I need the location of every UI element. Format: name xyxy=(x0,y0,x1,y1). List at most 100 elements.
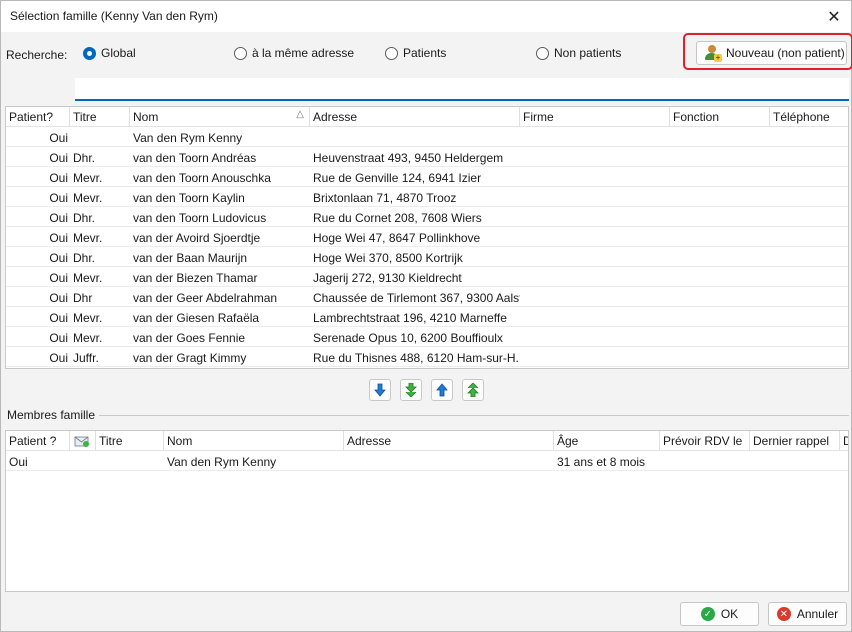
cell-nom: van den Toorn Kaylin xyxy=(133,191,245,205)
members-cell-adresse xyxy=(344,451,554,471)
table-row[interactable]: Oui Mevr. van der Goes Fennie Serenade Opus… xyxy=(6,327,848,347)
results-header: Patient? Titre Nom △ Adresse Firme Fonct… xyxy=(6,107,848,127)
cancel-icon: ✕ xyxy=(776,607,791,621)
table-row[interactable]: Oui Mevr. van den Toorn Kaylin Brixtonlaan … xyxy=(6,187,848,207)
cell-nom: Van den Rym Kenny xyxy=(133,131,243,145)
cell-nom: van der Gragt Kimmy xyxy=(133,351,247,365)
cancel-label: Annuler xyxy=(796,607,839,621)
cell-titre: Juffr. xyxy=(73,351,99,365)
search-input[interactable] xyxy=(75,78,849,101)
radio-checked-icon xyxy=(83,46,96,60)
col-telephone[interactable]: Téléphone xyxy=(770,107,848,127)
table-row[interactable]: Oui Dhr. van den Toorn Andréas Heuvenstraat… xyxy=(6,147,848,167)
radio-unchecked-icon xyxy=(234,46,247,60)
cell-patient: Oui xyxy=(49,211,68,225)
move-up-button[interactable] xyxy=(431,379,453,401)
cell-nom: van den Toorn Andréas xyxy=(133,151,257,165)
table-row[interactable]: Oui Van den Rym Kenny xyxy=(6,127,848,147)
cell-titre: Dhr. xyxy=(73,251,96,265)
cell-titre: Mevr. xyxy=(73,231,103,245)
radio-non-patients-label: Non patients xyxy=(554,46,622,60)
radio-unchecked-icon xyxy=(385,46,398,60)
cell-titre: Dhr. xyxy=(73,151,96,165)
cell-patient: Oui xyxy=(49,311,68,325)
members-cell-patient: Oui xyxy=(9,455,28,469)
new-non-patient-button[interactable]: + Nouveau (non patient) xyxy=(696,41,847,65)
cancel-button[interactable]: ✕ Annuler xyxy=(768,602,847,626)
cell-titre: Mevr. xyxy=(73,271,103,285)
cell-patient: Oui xyxy=(49,251,68,265)
cell-adresse: Lambrechtstraat 196, 4210 Marneffe xyxy=(313,311,507,325)
cell-patient: Oui xyxy=(49,351,68,365)
col-adresse[interactable]: Adresse xyxy=(310,107,520,127)
members-col-mail[interactable] xyxy=(70,431,96,451)
members-cell-titre xyxy=(96,451,164,471)
radio-non-patients[interactable]: Non patients xyxy=(536,46,621,60)
add-user-icon: + xyxy=(704,45,722,62)
cell-titre: Mevr. xyxy=(73,191,103,205)
cell-titre: Mevr. xyxy=(73,331,103,345)
members-col-adresse[interactable]: Adresse xyxy=(344,431,554,451)
table-row[interactable]: Oui Mevr. van der Biezen Thamar Jagerij 272… xyxy=(6,267,848,287)
cell-nom: van der Avoird Sjoerdtje xyxy=(133,231,261,245)
members-col-patient[interactable]: Patient ? xyxy=(6,431,70,451)
cell-nom: van der Geer Abdelrahman xyxy=(133,291,278,305)
col-titre[interactable]: Titre xyxy=(70,107,130,127)
members-header: Patient ? Titre Nom Adresse Âge Prévoir … xyxy=(6,431,848,451)
cell-nom: van der Goes Fennie xyxy=(133,331,246,345)
close-icon[interactable]: ✕ xyxy=(817,1,851,32)
members-row[interactable]: Oui Van den Rym Kenny 31 ans et 8 mois xyxy=(6,451,848,471)
radio-global[interactable]: Global xyxy=(83,46,136,60)
col-fonction[interactable]: Fonction xyxy=(670,107,770,127)
cell-adresse: Jagerij 272, 9130 Kieldrecht xyxy=(313,271,462,285)
move-first-button[interactable] xyxy=(462,379,484,401)
members-col-nom[interactable]: Nom xyxy=(164,431,344,451)
arrow-up-green-icon xyxy=(467,383,479,397)
members-col-rdv[interactable]: Prévoir RDV le xyxy=(660,431,750,451)
arrow-down-blue-icon xyxy=(374,383,386,397)
arrow-down-green-icon xyxy=(405,383,417,397)
title-bar: Sélection famille (Kenny Van den Rym) ✕ xyxy=(1,1,851,32)
members-col-d[interactable]: D xyxy=(840,431,848,451)
cell-adresse: Rue du Cornet 208, 7608 Wiers xyxy=(313,211,482,225)
cell-nom: van der Baan Maurijn xyxy=(133,251,248,265)
cell-adresse xyxy=(310,127,520,147)
cell-patient: Oui xyxy=(49,291,68,305)
table-row[interactable]: Oui Dhr. van der Baan Maurijn Hoge Wei 370,… xyxy=(6,247,848,267)
table-row[interactable]: Oui Dhr. van den Toorn Ludovicus Rue du Cor… xyxy=(6,207,848,227)
search-label: Recherche: xyxy=(6,48,68,62)
col-firme[interactable]: Firme xyxy=(520,107,670,127)
cell-adresse: Hoge Wei 370, 8500 Kortrijk xyxy=(313,251,463,265)
members-cell-age: 31 ans et 8 mois xyxy=(557,455,646,469)
ok-button[interactable]: ✓ OK xyxy=(680,602,759,626)
move-last-button[interactable] xyxy=(400,379,422,401)
move-buttons xyxy=(369,379,484,401)
move-down-button[interactable] xyxy=(369,379,391,401)
members-cell-nom: Van den Rym Kenny xyxy=(167,455,277,469)
table-row[interactable]: Oui Mevr. van der Avoird Sjoerdtje Hoge Wei… xyxy=(6,227,848,247)
col-nom-label: Nom xyxy=(133,110,159,124)
radio-unchecked-icon xyxy=(536,46,549,60)
table-row[interactable]: Oui Dhr van der Geer Abdelrahman Chaussée d… xyxy=(6,287,848,307)
check-icon: ✓ xyxy=(700,607,715,621)
results-grid: Patient? Titre Nom △ Adresse Firme Fonct… xyxy=(5,106,849,369)
cell-titre xyxy=(70,127,130,147)
cell-patient: Oui xyxy=(49,231,68,245)
members-col-rappel[interactable]: Dernier rappel xyxy=(750,431,840,451)
cell-titre: Mevr. xyxy=(73,311,103,325)
table-row[interactable]: Oui Mevr. van den Toorn Anouschka Rue de Ge… xyxy=(6,167,848,187)
family-selection-dialog: Sélection famille (Kenny Van den Rym) ✕ … xyxy=(0,0,852,632)
members-col-age[interactable]: Âge xyxy=(554,431,660,451)
col-nom[interactable]: Nom △ xyxy=(130,107,310,127)
table-row[interactable]: Oui Juffr. van der Gragt Kimmy Rue du Thisn… xyxy=(6,347,848,367)
cell-titre: Mevr. xyxy=(73,171,103,185)
cell-patient: Oui xyxy=(49,271,68,285)
ok-label: OK xyxy=(720,607,739,621)
table-row[interactable]: Oui Mevr. van der Giesen Rafaëla Lambrechts… xyxy=(6,307,848,327)
radio-patients[interactable]: Patients xyxy=(385,46,446,60)
col-patient[interactable]: Patient? xyxy=(6,107,70,127)
radio-same-address[interactable]: à la même adresse xyxy=(234,46,354,60)
cell-adresse: Brixtonlaan 71, 4870 Trooz xyxy=(313,191,457,205)
members-col-titre[interactable]: Titre xyxy=(96,431,164,451)
cell-patient: Oui xyxy=(49,151,68,165)
